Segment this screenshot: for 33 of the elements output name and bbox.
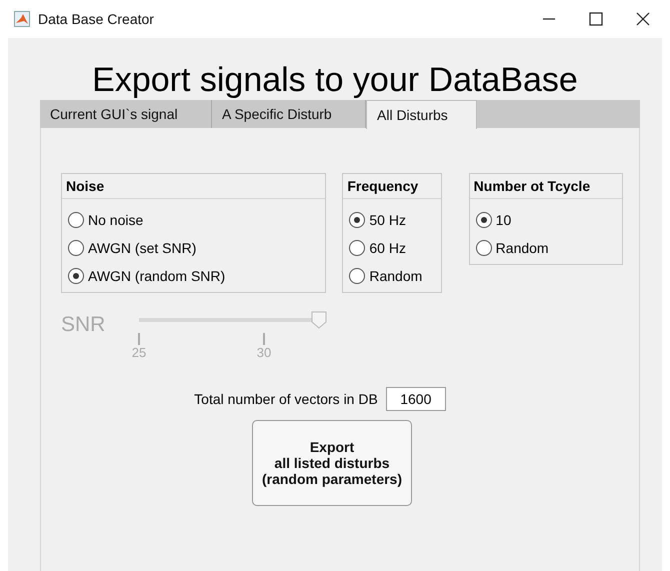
export-button[interactable]: Export all listed disturbs (random parameters)	[252, 420, 412, 506]
app-icon	[14, 11, 30, 27]
group-title: Noise	[62, 174, 326, 199]
radio-button[interactable]	[476, 240, 492, 256]
radio-label: No noise	[88, 212, 144, 228]
radio-button[interactable]	[68, 240, 84, 256]
radio-button[interactable]	[349, 268, 366, 284]
radio-button[interactable]	[476, 212, 492, 228]
radio-label: Random	[369, 268, 422, 284]
radio-button[interactable]	[349, 212, 366, 228]
tick-label: 25	[132, 345, 146, 360]
radio-label: AWGN (set SNR)	[88, 240, 196, 256]
tick-mark	[263, 333, 265, 345]
radio-button[interactable]	[68, 268, 84, 284]
radio-label: 10	[496, 212, 512, 228]
radio-label: 50 Hz	[369, 212, 406, 228]
radio-label: AWGN (random SNR)	[88, 268, 226, 284]
page-heading: Export signals to your DataBase	[91, 60, 579, 100]
tick-mark	[138, 333, 140, 345]
group-title: Frequency	[343, 174, 441, 199]
maximize-icon[interactable]	[589, 12, 603, 26]
window-title: Data Base Creator	[38, 11, 154, 27]
tab[interactable]: All Disturbs	[366, 100, 477, 129]
field-label: Total number of vectors in DB	[194, 391, 378, 407]
group-title: Number ot Tcycle	[470, 174, 622, 199]
close-icon[interactable]	[636, 12, 650, 26]
radio-button[interactable]	[68, 212, 84, 228]
radio-label: 60 Hz	[369, 240, 406, 256]
radio-label: Random	[496, 240, 549, 256]
radio-button[interactable]	[349, 240, 366, 256]
slider-label: SNR	[61, 313, 106, 337]
tick-label: 30	[256, 345, 272, 360]
input-field[interactable]: 1600	[386, 387, 446, 411]
